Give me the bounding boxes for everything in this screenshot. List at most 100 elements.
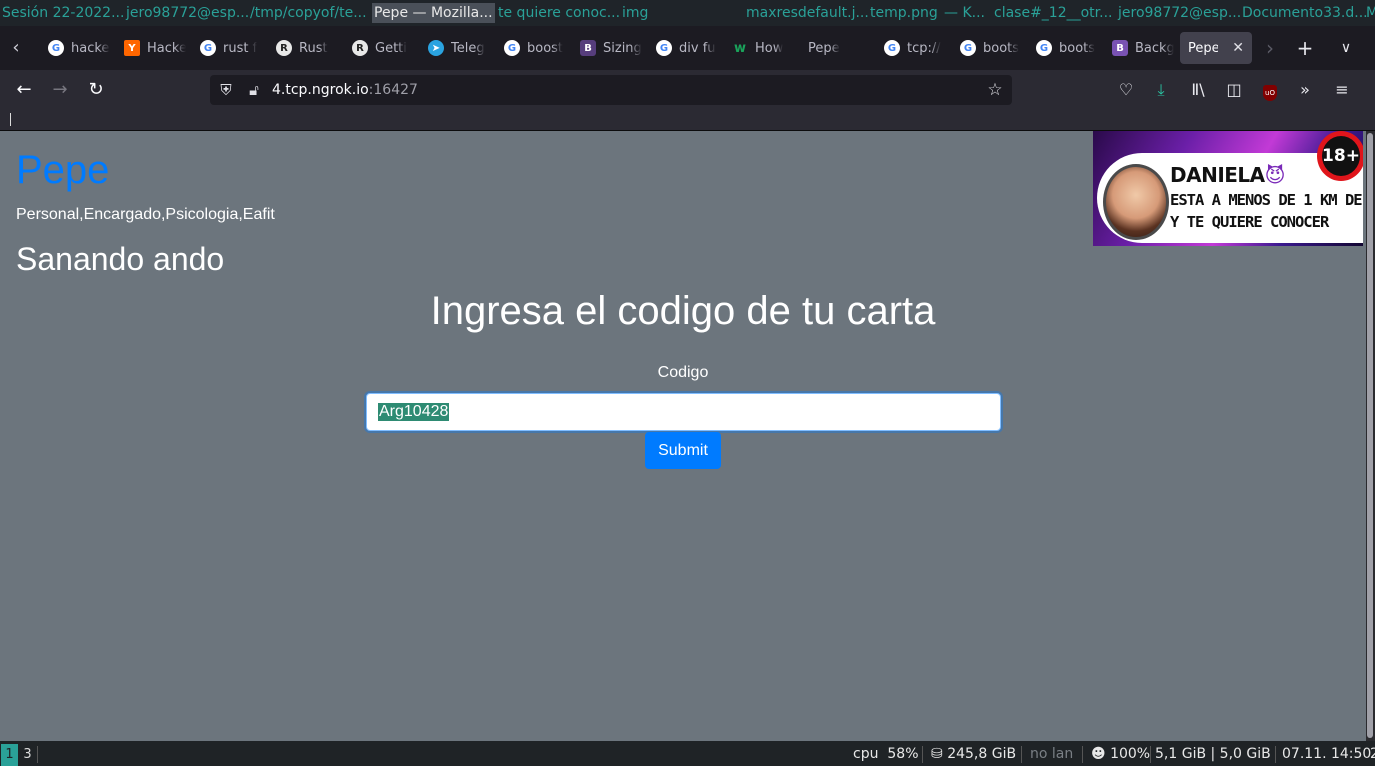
brand-link[interactable]: Pepe bbox=[16, 148, 109, 192]
tab[interactable]: R Rust bbox=[276, 32, 338, 64]
ublock-icon[interactable]: uO bbox=[1258, 78, 1282, 102]
cpu-value: 58% bbox=[887, 746, 919, 762]
wikihow-icon: w bbox=[733, 40, 746, 56]
tab-scroll-left-icon[interactable]: ‹ bbox=[0, 26, 32, 70]
sidebar-icon[interactable]: ◫ bbox=[1222, 78, 1246, 102]
status-overflow: 2 bbox=[1370, 746, 1375, 762]
tab-label: rust f bbox=[223, 40, 258, 56]
tab[interactable]: B Sizing bbox=[580, 32, 642, 64]
wm-window-title[interactable]: /tmp/copyof/te... bbox=[248, 3, 369, 23]
tab-label: div fu bbox=[679, 40, 716, 56]
wm-window-title-active[interactable]: Pepe — Mozilla... bbox=[372, 3, 495, 23]
tab-scroll-right-icon[interactable]: › bbox=[1254, 32, 1286, 64]
google-icon: G bbox=[48, 40, 64, 56]
tab[interactable]: B Backg bbox=[1112, 32, 1174, 64]
navigation-toolbar: ← → ↻ ⛨ 🔓︎ 4.tcp.ngrok.io:16427 ☆ ♡ ⤓ Ⅱ\… bbox=[0, 70, 1375, 110]
system-status-bar: 1 3 cpu 58% ⛁ 245,8 GiB no lan ☻ 100% 5,… bbox=[0, 741, 1375, 766]
memory-status: 5,1 GiB | 5,0 GiB bbox=[1155, 746, 1271, 762]
disk-value: 245,8 GiB bbox=[947, 746, 1017, 762]
workspace-indicator-active[interactable]: 1 bbox=[1, 744, 18, 766]
url-port: :16427 bbox=[368, 82, 418, 98]
scrollbar-thumb[interactable] bbox=[1367, 133, 1373, 738]
pocket-icon[interactable]: ♡ bbox=[1114, 78, 1138, 102]
tab[interactable]: G tcp:// bbox=[884, 32, 946, 64]
download-icon[interactable]: ⤓ bbox=[1149, 78, 1173, 102]
url-text[interactable]: 4.tcp.ngrok.io:16427 bbox=[272, 81, 418, 99]
tab[interactable]: w How bbox=[732, 32, 794, 64]
tab-label: Pepe bbox=[1188, 40, 1219, 56]
ad-text-line: Y TE QUIERE CONOCER bbox=[1170, 213, 1329, 231]
ad-portrait-image bbox=[1103, 164, 1169, 240]
library-icon[interactable]: Ⅱ\ bbox=[1186, 78, 1210, 102]
google-icon: G bbox=[884, 40, 900, 56]
bookmarks-bar bbox=[0, 110, 1375, 131]
forward-icon[interactable]: → bbox=[46, 76, 74, 104]
adult-badge: 18+ bbox=[1317, 131, 1363, 181]
tab[interactable]: G boost bbox=[504, 32, 566, 64]
wm-window-title[interactable]: — K... bbox=[942, 3, 987, 23]
tab-label: tcp:// bbox=[907, 40, 941, 56]
workspace-indicator[interactable]: 3 bbox=[19, 744, 36, 766]
lock-insecure-icon[interactable]: 🔓︎ bbox=[244, 80, 264, 100]
tag-list: Personal,Encargado,Psicologia,Eafit bbox=[16, 206, 275, 223]
code-input[interactable]: Arg10428 bbox=[366, 393, 1001, 431]
tab-label: Hacker bbox=[147, 40, 186, 56]
back-icon[interactable]: ← bbox=[10, 76, 38, 104]
ad-text-line: ESTA A MENOS DE 1 KM DE TI bbox=[1170, 191, 1363, 209]
code-input-value: Arg10428 bbox=[378, 403, 450, 421]
tab-label: boots bbox=[983, 40, 1020, 56]
overflow-chevron-icon[interactable]: » bbox=[1293, 78, 1317, 102]
wm-window-title[interactable]: maxresdefault.j... bbox=[744, 3, 871, 23]
url-bar[interactable]: ⛨ 🔓︎ 4.tcp.ngrok.io:16427 ☆ bbox=[210, 75, 1012, 105]
page-title: Ingresa el codigo de tu carta bbox=[430, 289, 936, 333]
rust-icon: R bbox=[276, 40, 292, 56]
tab[interactable]: Pepe bbox=[808, 32, 870, 64]
wm-window-title[interactable]: te quiere conoc... bbox=[496, 3, 622, 23]
tab-label: Sizing bbox=[603, 40, 642, 56]
tab[interactable]: Y Hacker bbox=[124, 32, 186, 64]
url-host: 4.tcp.ngrok.io bbox=[272, 82, 369, 98]
new-tab-icon[interactable]: + bbox=[1289, 32, 1321, 64]
text-caret bbox=[10, 113, 11, 126]
ublock-shield: uO bbox=[1263, 85, 1277, 101]
devil-emoji-icon: 😈︎ bbox=[1264, 163, 1286, 187]
wm-window-title[interactable]: jero98772@esp... bbox=[1116, 3, 1243, 23]
separator bbox=[1275, 746, 1276, 763]
wm-window-title[interactable]: temp.png bbox=[868, 3, 940, 23]
wm-window-title[interactable]: img bbox=[620, 3, 650, 23]
tab[interactable]: G hacker bbox=[48, 32, 110, 64]
advertisement-banner[interactable]: DANIELA😈︎ ESTA A MENOS DE 1 KM DE TI Y T… bbox=[1093, 131, 1363, 246]
google-icon: G bbox=[1036, 40, 1052, 56]
wm-window-title[interactable]: M bbox=[1364, 3, 1375, 23]
tab-active[interactable]: Pepe ✕ bbox=[1180, 32, 1252, 64]
tab-label: boost bbox=[527, 40, 564, 56]
bookmark-star-icon[interactable]: ☆ bbox=[985, 80, 1005, 100]
web-page: Pepe Personal,Encargado,Psicologia,Eafit… bbox=[0, 131, 1366, 741]
separator bbox=[1150, 746, 1151, 763]
close-icon[interactable]: ✕ bbox=[1232, 40, 1244, 56]
ad-name-text: DANIELA bbox=[1170, 163, 1265, 187]
network-status: no lan bbox=[1030, 746, 1074, 762]
tab[interactable]: ➤ Teleg bbox=[428, 32, 490, 64]
tab[interactable]: R Getti bbox=[352, 32, 414, 64]
shield-icon[interactable]: ⛨ bbox=[216, 80, 236, 100]
separator bbox=[1021, 746, 1022, 763]
bootstrap-icon: B bbox=[1112, 40, 1128, 56]
google-icon: G bbox=[504, 40, 520, 56]
wm-window-title[interactable]: Documento33.d... bbox=[1240, 3, 1370, 23]
tab[interactable]: G boots bbox=[1036, 32, 1098, 64]
tab[interactable]: G div fu bbox=[656, 32, 718, 64]
google-icon: G bbox=[960, 40, 976, 56]
reload-icon[interactable]: ↻ bbox=[82, 76, 110, 104]
separator bbox=[37, 746, 38, 763]
wm-window-title[interactable]: jero98772@esp... bbox=[124, 3, 251, 23]
list-all-tabs-icon[interactable]: ∨ bbox=[1330, 32, 1362, 64]
tab[interactable]: G rust f bbox=[200, 32, 262, 64]
page-scrollbar[interactable] bbox=[1366, 131, 1375, 741]
wm-window-title[interactable]: clase#_12__otr... bbox=[992, 3, 1115, 23]
separator bbox=[1082, 746, 1083, 763]
wm-window-title[interactable]: Sesión 22-2022... bbox=[0, 3, 126, 23]
tab[interactable]: G boots bbox=[960, 32, 1022, 64]
hamburger-menu-icon[interactable]: ≡ bbox=[1330, 78, 1354, 102]
submit-button[interactable]: Submit bbox=[645, 432, 721, 469]
